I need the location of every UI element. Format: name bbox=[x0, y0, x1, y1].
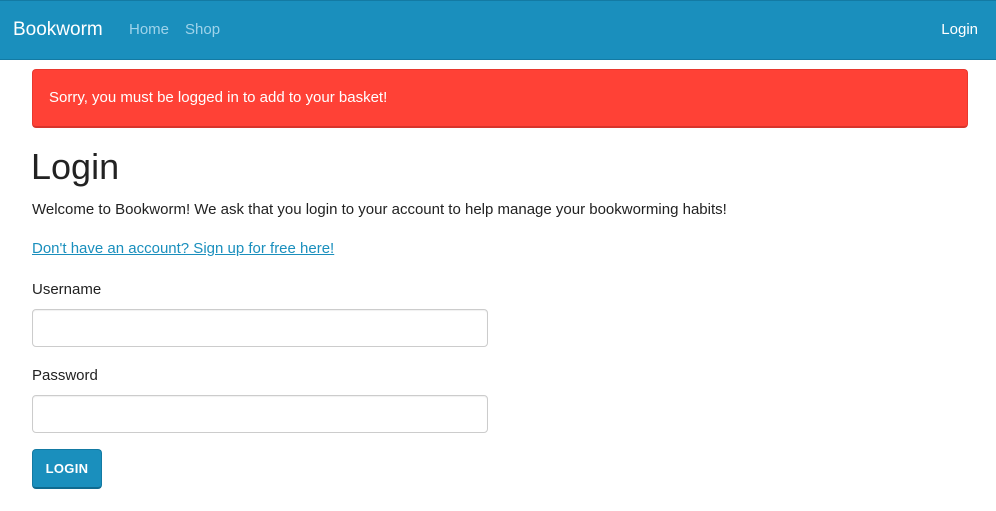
nav-home-link[interactable]: Home bbox=[129, 21, 169, 39]
page-title: Login bbox=[31, 146, 120, 187]
login-submit-button[interactable]: Login bbox=[32, 449, 102, 489]
top-navbar: Bookworm Home Shop Login bbox=[0, 0, 996, 60]
nav-shop-link[interactable]: Shop bbox=[185, 21, 220, 39]
password-label: Password bbox=[32, 367, 98, 384]
nav-login-link[interactable]: Login bbox=[941, 21, 978, 39]
password-input[interactable] bbox=[32, 395, 488, 433]
username-input[interactable] bbox=[32, 309, 488, 347]
intro-text: Welcome to Bookworm! We ask that you log… bbox=[32, 201, 727, 218]
brand-link[interactable]: Bookworm bbox=[13, 19, 103, 41]
username-label: Username bbox=[32, 281, 102, 298]
alert-message: Sorry, you must be logged in to add to y… bbox=[49, 89, 388, 106]
signup-link[interactable]: Don't have an account? Sign up for free … bbox=[32, 240, 334, 258]
login-required-alert: Sorry, you must be logged in to add to y… bbox=[32, 69, 968, 128]
